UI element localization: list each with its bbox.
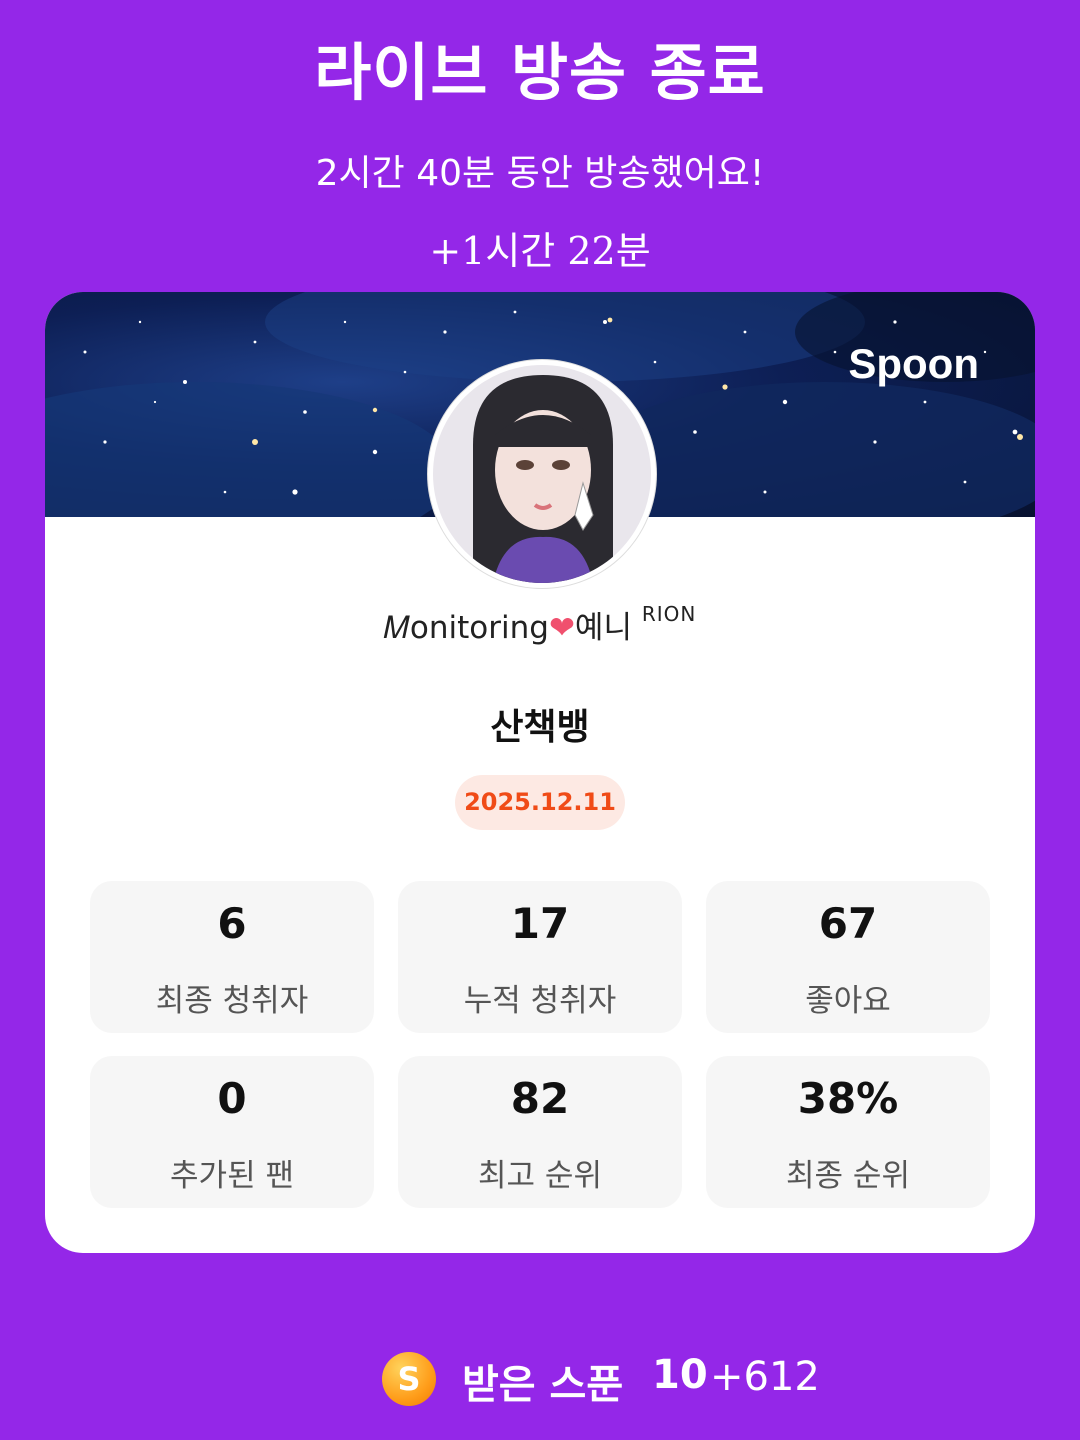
received-spoons-label: 받은 스푼 [462, 1362, 624, 1408]
stat-label: 최종 순위 [786, 1158, 910, 1194]
stat-value: 82 [510, 1074, 570, 1123]
stat-value: 6 [217, 899, 247, 948]
heart-icon: ❤ [548, 610, 575, 646]
stat-total-listeners: 17 누적 청취자 [398, 881, 682, 1033]
stat-final-rank: 38% 최종 순위 [706, 1056, 990, 1208]
page-title: 라이브 방송 종료 [314, 36, 766, 109]
avatar-illustration [433, 365, 651, 583]
stat-label: 추가된 팬 [170, 1158, 294, 1194]
stat-final-listeners: 6 최종 청취자 [90, 881, 374, 1033]
stat-value: 67 [818, 899, 878, 948]
spoon-logo: Spoon [848, 340, 979, 387]
received-spoons-extra: +612 [710, 1354, 820, 1400]
stat-label: 좋아요 [805, 983, 891, 1019]
stat-new-fans: 0 추가된 팬 [90, 1056, 374, 1208]
nickname-name: 예니 [574, 610, 632, 646]
nickname-prefix: 𝑀onitoring [383, 610, 549, 646]
stat-likes: 67 좋아요 [706, 881, 990, 1033]
stat-value: 17 [510, 899, 570, 948]
received-spoons-row: S 받은 스푼 10 +612 [0, 1346, 1080, 1416]
stat-best-rank: 82 최고 순위 [398, 1056, 682, 1208]
broadcast-summary-card: Spoon 𝑀onitoring❤예니 RION 산책뱅 2025.12.11 … [45, 292, 1035, 1253]
stat-label: 최종 청취자 [155, 983, 309, 1019]
broadcast-date-badge: 2025.12.11 [455, 775, 625, 830]
extra-duration-text: +1시간 22분 [429, 229, 651, 273]
broadcast-duration-text: 2시간 40분 동안 방송했어요! [315, 153, 765, 194]
avatar[interactable] [428, 360, 656, 588]
stat-label: 누적 청취자 [463, 983, 617, 1019]
stat-label: 최고 순위 [478, 1158, 602, 1194]
nickname-tag: RION [641, 602, 697, 626]
stat-value: 38% [797, 1074, 899, 1123]
streamer-nickname: 𝑀onitoring❤예니 RION [45, 602, 1035, 647]
room-title: 산책뱅 [490, 707, 590, 748]
stat-value: 0 [217, 1074, 247, 1123]
received-spoons-count: 10 [652, 1352, 708, 1398]
spoon-coin-icon: S [382, 1352, 436, 1406]
